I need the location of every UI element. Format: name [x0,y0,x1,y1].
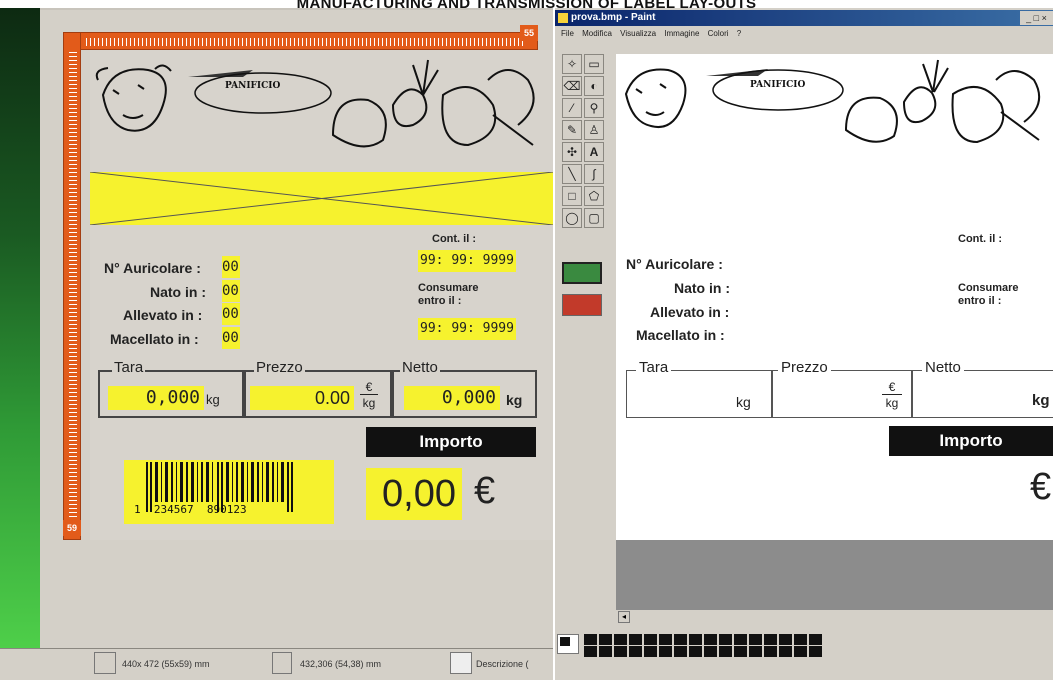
polygon-icon[interactable]: ⬠ [584,186,604,206]
rounded-rect-icon[interactable]: ▢ [584,208,604,228]
menu-file[interactable]: File [561,29,574,38]
current-colors[interactable] [557,634,579,654]
value-cont-date[interactable]: 99: 99: 9999 [418,250,516,272]
ruler-left-ticks [69,52,77,522]
scroll-left-icon[interactable]: ◂ [618,611,630,623]
netto-legend: Netto [400,359,440,376]
menu-colori[interactable]: Colori [708,29,729,38]
label-allevato: Allevato in : [123,307,203,323]
airbrush-icon[interactable]: ✣ [562,142,582,162]
paint-label-allevato: Allevato in : [650,304,730,320]
label-consumare: Consumare entro il : [418,282,479,307]
paint-importo-currency: € [1030,466,1052,508]
status-description: Descrizione ( [476,659,529,669]
label-macellato: Macellato in : [110,331,199,347]
importo-label[interactable]: Importo [366,427,536,457]
status-size: 440x 472 (55x59) mm [122,659,210,669]
ruler-left-tag: 59 [63,520,81,536]
tara-legend: Tara [112,359,146,376]
brush-icon[interactable]: ♙ [584,120,604,140]
free-select-icon[interactable]: ✧ [562,54,582,74]
magnifier-icon[interactable]: ⚲ [584,98,604,118]
label-cont: Cont. il : [432,233,476,245]
cow-head-icon [95,64,172,132]
netto-value[interactable]: 0,000 [404,386,500,410]
value-auricolare[interactable]: 00 [222,256,240,278]
menu-immagine[interactable]: Immagine [664,29,699,38]
paint-prezzo-unit-bottom: kg [885,396,899,410]
paint-prezzo-unit-top: € [882,380,902,395]
foreground-color [560,637,570,646]
paint-menu-bar: File Modifica Visualizza Immagine Colori… [555,27,1053,41]
prezzo-unit-bottom: kg [362,396,376,410]
importo-value[interactable]: 0,00 [366,468,462,520]
paint-prezzo-legend: Prezzo [778,359,831,376]
ruler-top-ticks [86,38,526,46]
rectangle-icon[interactable]: □ [562,186,582,206]
menu-modifica[interactable]: Modifica [582,29,612,38]
eraser-icon[interactable]: ⌫ [562,76,582,96]
fill-icon[interactable]: ◐ [584,76,604,96]
prezzo-value[interactable]: 0.00 [250,386,354,410]
menu-visualizza[interactable]: Visualizza [620,29,656,38]
paint-label-consumare: Consumare entro il : [958,282,1019,307]
window-controls[interactable]: _ □ × [1020,11,1053,25]
paint-logo-text: PANIFICIO [750,80,806,90]
paint-illustration [624,59,1041,144]
rect-select-icon[interactable]: ▭ [584,54,604,74]
prezzo-unit-top: € [360,380,378,395]
tara-unit: kg [206,392,220,407]
value-allevato[interactable]: 00 [222,303,240,325]
cow-head-icon [624,68,687,128]
ellipse-icon[interactable]: ◯ [562,208,582,228]
netto-unit: kg [506,392,523,408]
label-nato: Nato in : [150,284,206,300]
paint-tara-legend: Tara [636,359,672,376]
paint-app-icon [558,13,568,23]
status-position: 432,306 (54,38) mm [300,659,382,669]
paint-label-nato: Nato in : [674,280,730,296]
logo-text: PANIFICIO [225,81,281,91]
logo-ellipse [194,72,332,114]
paint-label-auricolare: N° Auricolare : [626,256,723,272]
line-icon[interactable]: ╲ [562,164,582,184]
menu-help[interactable]: ? [737,29,741,38]
description-icon[interactable] [450,652,472,674]
paint-label-macellato: Macellato in : [636,327,725,343]
image-placeholder[interactable] [90,172,553,225]
prezzo-legend: Prezzo [254,359,305,376]
label-auricolare: N° Auricolare : [104,260,201,276]
palette-swatches[interactable] [584,634,824,660]
value-consumare-date[interactable]: 99: 99: 9999 [418,318,516,340]
paint-netto-legend: Netto [922,359,964,376]
illustration-header [95,59,535,148]
paint-title-bar[interactable]: prova.bmp - Paint [555,10,1053,26]
paint-title: prova.bmp - Paint [571,12,656,23]
editor-side-panel [0,8,40,653]
barcode-digits: 1 234567 890123 [134,503,247,516]
transparent-mode-icon[interactable] [562,262,602,284]
curve-icon[interactable]: ∫ [584,164,604,184]
ruler-top-tag: 55 [520,25,538,41]
logo-ellipse [712,69,844,111]
vegetables-icon [331,59,535,148]
picker-icon[interactable]: ⁄ [562,98,582,118]
value-nato[interactable]: 00 [222,280,240,302]
pencil-icon[interactable]: ✎ [562,120,582,140]
vegetables-icon [844,59,1041,144]
opaque-mode-icon[interactable] [562,294,602,316]
tara-value[interactable]: 0,000 [108,386,204,410]
paint-importo-label: Importo [889,426,1053,456]
paint-netto-unit: kg [1032,392,1050,409]
paint-hscrollbar[interactable]: ◂ [616,610,1053,624]
value-macellato[interactable]: 00 [222,327,240,349]
importo-currency: € [474,470,496,512]
paint-label-cont: Cont. il : [958,233,1002,245]
paint-workspace [616,540,1053,610]
position-icon [272,652,292,674]
text-icon[interactable]: A [584,142,604,162]
size-icon [94,652,116,674]
paint-tara-unit: kg [736,394,751,410]
